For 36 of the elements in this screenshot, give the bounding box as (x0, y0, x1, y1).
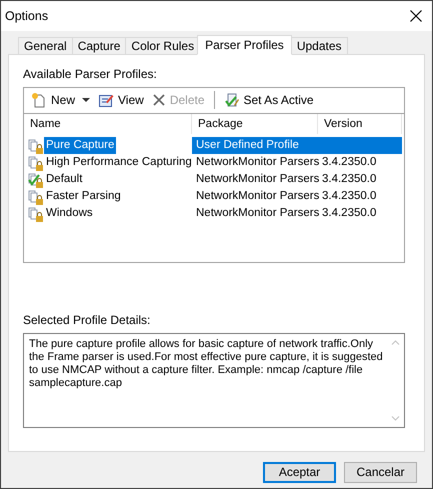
column-header[interactable]: Name (24, 114, 192, 134)
profile-name[interactable]: Pure Capture (44, 137, 116, 154)
dialog-button[interactable]: Cancelar (344, 462, 417, 483)
column-header[interactable]: Package (192, 114, 318, 134)
close-icon[interactable] (410, 10, 422, 22)
profile-name[interactable]: Faster Parsing (44, 188, 123, 205)
package-cell[interactable]: NetworkMonitor Parsers (192, 154, 318, 171)
window-title: Options (5, 9, 48, 23)
edit-form-icon (98, 92, 114, 108)
dialog-button[interactable]: Aceptar (263, 462, 336, 483)
caret-icon (82, 98, 90, 102)
toolbar-button[interactable]: View (95, 90, 147, 110)
package-cell[interactable]: User Defined Profile (192, 137, 318, 154)
tab[interactable]: Capture (72, 37, 126, 54)
package-cell[interactable]: NetworkMonitor Parsers (192, 205, 318, 222)
new-page-icon (31, 92, 47, 108)
toolbar-button[interactable]: Set As Active (220, 90, 317, 110)
tab[interactable]: Updates (290, 37, 348, 54)
column-header[interactable]: Version (318, 114, 402, 134)
package-cell[interactable]: NetworkMonitor Parsers (192, 188, 318, 205)
version-cell[interactable]: 3.4.2350.0 (318, 171, 402, 188)
package-cell[interactable]: NetworkMonitor Parsers (192, 171, 318, 188)
profile-name[interactable]: Default (44, 171, 84, 188)
version-cell[interactable]: 3.4.2350.0 (318, 188, 402, 205)
profile-name[interactable]: Windows (44, 205, 95, 222)
delete-icon (152, 93, 166, 107)
toolbar-button[interactable]: New (28, 90, 94, 110)
tab[interactable]: Parser Profiles (197, 35, 292, 55)
profile-name[interactable]: High Performance Capturing (44, 154, 194, 171)
page-check-icon (224, 92, 240, 108)
section-label: Selected Profile Details: (23, 313, 152, 327)
version-cell[interactable]: 3.4.2350.0 (318, 154, 402, 171)
version-cell[interactable]: 3.4.2350.0 (318, 205, 402, 222)
section-label: Available Parser Profiles: (23, 67, 158, 81)
selection-highlight[interactable] (318, 137, 402, 154)
tab[interactable]: General (18, 37, 73, 54)
